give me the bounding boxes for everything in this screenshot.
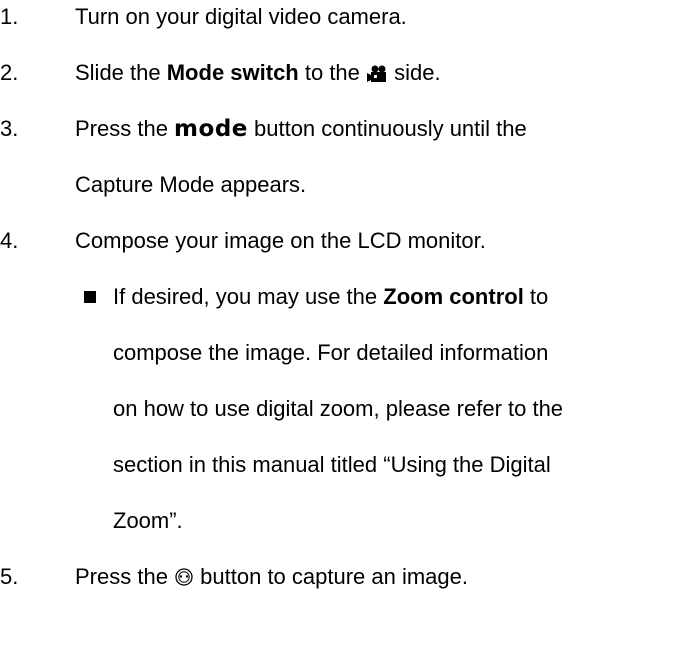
zoom-control-label: Zoom control	[383, 284, 524, 309]
movie-camera-icon	[366, 62, 388, 83]
step-3-continuation: Capture Mode appears.	[0, 170, 697, 200]
bullet-line: compose the image. For detailed informat…	[0, 338, 697, 368]
step-text-part: side.	[388, 60, 441, 85]
step-text: Press the button to capture an image.	[75, 562, 468, 592]
bullet-text: If desired, you may use the Zoom control…	[113, 282, 548, 312]
step-text: Compose your image on the LCD monitor.	[75, 228, 486, 253]
bullet-item: If desired, you may use the Zoom control…	[0, 282, 697, 312]
step-1: 1. Turn on your digital video camera.	[0, 2, 697, 32]
step-text-part: Press the	[75, 564, 175, 589]
step-number: 5.	[0, 564, 19, 589]
shutter-button-icon	[174, 565, 194, 586]
step-number: 4.	[0, 228, 19, 253]
step-text: Capture Mode appears.	[75, 172, 307, 197]
bullet-text-part: If desired, you may use the	[113, 284, 384, 309]
step-text-part: to the	[298, 60, 367, 85]
step-text: Turn on your digital video camera.	[75, 4, 407, 29]
bullet-line: Zoom”.	[0, 506, 697, 536]
bullet-line: on how to use digital zoom, please refer…	[0, 394, 697, 424]
mode-switch-label: Mode switch	[166, 60, 299, 85]
step-text: Press the mode button continuously until…	[75, 114, 527, 144]
step-text: Slide the Mode switch to the side.	[75, 58, 441, 88]
bullet-text: section in this manual titled “Using the…	[113, 452, 551, 477]
step-4: 4. Compose your image on the LCD monitor…	[0, 226, 697, 256]
bullet-text: compose the image. For detailed informat…	[113, 340, 549, 365]
mode-button-icon: mode	[174, 116, 248, 142]
bullet-line: section in this manual titled “Using the…	[0, 450, 697, 480]
step-number: 1.	[0, 4, 19, 29]
step-text-part: Press the	[75, 116, 175, 141]
step-2: 2. Slide the Mode switch to the side.	[0, 58, 697, 88]
step-text-part: button continuously until the	[247, 116, 527, 141]
step-3: 3. Press the mode button continuously un…	[0, 114, 697, 144]
step-5: 5. Press the button to capture an image.	[0, 562, 697, 592]
step-number: 2.	[0, 60, 19, 85]
step-text-part: button to capture an image.	[194, 564, 469, 589]
bullet-text: Zoom”.	[113, 508, 183, 533]
bullet-text-part: to	[523, 284, 549, 309]
square-bullet-icon	[84, 291, 96, 303]
step-number: 3.	[0, 116, 19, 141]
step-text-part: Slide the	[75, 60, 167, 85]
bullet-text: on how to use digital zoom, please refer…	[113, 396, 564, 421]
instruction-document: 1. Turn on your digital video camera. 2.…	[0, 0, 697, 658]
